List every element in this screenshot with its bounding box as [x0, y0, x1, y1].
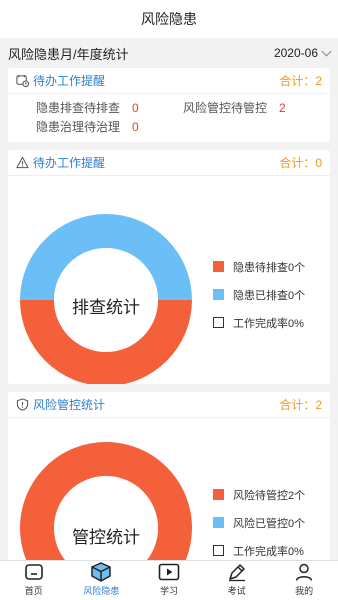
todo-item-label: 隐患排查待排查 — [36, 101, 121, 115]
tab-label: 考试 — [227, 586, 246, 596]
pen-icon — [226, 562, 248, 582]
legend-item: 隐患待排查0个 — [213, 258, 305, 275]
legend-item: 风险已管控0个 — [213, 514, 305, 531]
inspection-chart-center-label: 排查统计 — [72, 298, 140, 317]
tab-exam[interactable]: 考试 — [203, 561, 271, 600]
legend-item: 风险待管控2个 — [213, 486, 305, 503]
legend-label: 工作完成率0% — [233, 545, 304, 558]
cube-icon — [90, 562, 112, 582]
bottom-tab-bar: 首页 风险隐患 学习 考试 我的 — [0, 560, 338, 600]
date-selector[interactable]: 2020-06 — [273, 46, 332, 60]
page-title: 风险隐患 — [141, 11, 197, 27]
tab-study[interactable]: 学习 — [135, 561, 203, 600]
tab-label: 学习 — [159, 586, 178, 596]
page-title-bar: 风险隐患 — [0, 0, 338, 38]
legend-swatch-rate — [213, 317, 224, 328]
calendar-clock-icon — [16, 74, 29, 87]
legend-label: 隐患已排查0个 — [233, 289, 306, 302]
home-icon — [23, 562, 45, 582]
inspection-stats-card: 待办工作提醒 合计：0 排查统计 隐患待排查0个 隐患已排查0个 工作完成率0% — [8, 150, 330, 384]
control-card-total: 合计：2 — [279, 398, 322, 412]
todo-item-label: 风险管控待管控 — [183, 101, 268, 115]
inspection-card-header: 待办工作提醒 合计：0 — [8, 150, 330, 176]
legend-item: 隐患已排查0个 — [213, 286, 305, 303]
todo-item-count: 2 — [279, 100, 286, 115]
inspection-card-title: 待办工作提醒 — [33, 156, 106, 170]
shield-alert-icon — [16, 398, 29, 411]
legend-swatch-done — [213, 289, 224, 300]
legend-label: 风险已管控0个 — [233, 517, 306, 530]
legend-label: 工作完成率0% — [233, 317, 304, 330]
legend-item: 工作完成率0% — [213, 314, 305, 331]
tab-home[interactable]: 首页 — [0, 561, 68, 600]
todo-card-total: 合计：2 — [279, 74, 322, 88]
legend-swatch-rate — [213, 545, 224, 556]
todo-item-label: 隐患治理待治理 — [36, 120, 121, 134]
control-legend: 风险待管控2个 风险已管控0个 工作完成率0% — [213, 486, 305, 570]
inspection-legend: 隐患待排查0个 隐患已排查0个 工作完成率0% — [213, 258, 305, 342]
todo-item-control[interactable]: 风险管控待管控 2 — [183, 99, 330, 116]
tab-risk[interactable]: 风险隐患 — [68, 561, 136, 600]
tab-me[interactable]: 我的 — [270, 561, 338, 600]
todo-card-header: 待办工作提醒 合计：2 — [8, 68, 330, 94]
legend-swatch-pending — [213, 489, 224, 500]
inspection-chart: 排查统计 隐患待排查0个 隐患已排查0个 工作完成率0% — [8, 176, 330, 384]
stats-header: 风险隐患月/年度统计 2020-06 — [0, 38, 338, 68]
control-card-header: 风险管控统计 合计：2 — [8, 392, 330, 418]
legend-swatch-pending — [213, 261, 224, 272]
todo-list: 隐患排查待排查 0 风险管控待管控 2 隐患治理待治理 0 — [8, 94, 330, 142]
todo-reminder-card: 待办工作提醒 合计：2 隐患排查待排查 0 风险管控待管控 2 隐患治理待治理 … — [8, 68, 330, 142]
date-value: 2020-06 — [273, 46, 318, 60]
todo-item-count: 0 — [132, 100, 139, 115]
control-chart-center-label: 管控统计 — [72, 528, 140, 547]
warning-icon — [16, 156, 29, 169]
play-icon — [158, 562, 180, 582]
user-icon — [293, 562, 315, 582]
legend-swatch-done — [213, 517, 224, 528]
todo-item-inspection[interactable]: 隐患排查待排查 0 — [36, 99, 183, 116]
todo-item-governance[interactable]: 隐患治理待治理 0 — [36, 118, 198, 135]
inspection-card-total: 合计：0 — [279, 156, 322, 170]
stats-title: 风险隐患月/年度统计 — [8, 46, 129, 62]
legend-item: 工作完成率0% — [213, 542, 305, 559]
todo-item-count: 0 — [132, 119, 139, 134]
todo-card-title: 待办工作提醒 — [33, 74, 106, 88]
control-card-title: 风险管控统计 — [33, 398, 106, 412]
tab-label: 首页 — [24, 586, 43, 596]
inspection-donut-chart — [20, 214, 192, 384]
tab-label: 风险隐患 — [83, 586, 120, 596]
legend-label: 隐患待排查0个 — [233, 261, 306, 274]
chevron-down-icon — [321, 46, 332, 56]
tab-label: 我的 — [295, 586, 314, 596]
legend-label: 风险待管控2个 — [233, 489, 306, 502]
